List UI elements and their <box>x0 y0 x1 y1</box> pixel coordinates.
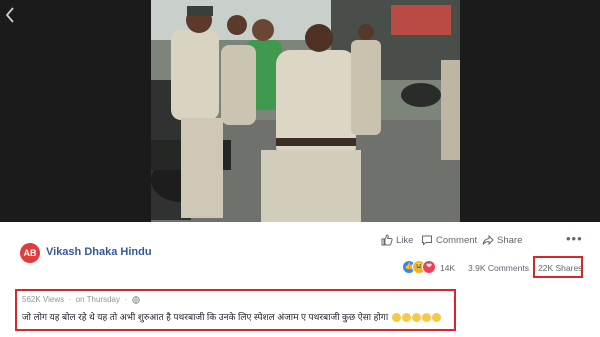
thumbs-up-icon <box>381 234 393 246</box>
emoji-icon <box>411 313 421 323</box>
shares-count[interactable]: 22K Shares <box>538 263 582 273</box>
emoji-icon <box>431 313 441 323</box>
like-button[interactable]: Like <box>381 233 413 249</box>
like-label: Like <box>396 235 414 246</box>
caption-text: जो लोग यह बोल रहे थे यह तो अभी शुरुआत है… <box>22 312 389 322</box>
post-caption: जो लोग यह बोल रहे थे यह तो अभी शुरुआत है… <box>22 310 441 323</box>
page-name-link[interactable]: Vikash Dhaka Hindu <box>46 246 152 258</box>
emoji-icon <box>401 313 411 323</box>
video-frame <box>151 0 460 222</box>
more-options-icon[interactable]: ••• <box>566 231 583 246</box>
views-count: 562K Views <box>22 295 65 304</box>
reactions-count[interactable]: 14K <box>440 263 455 273</box>
love-reaction-icon: ❤ <box>422 260 436 274</box>
post-meta: 562K Views · on Thursday · <box>22 295 140 304</box>
comment-icon <box>422 235 432 247</box>
emoji-icon <box>421 313 431 323</box>
comment-button[interactable]: Comment <box>421 233 477 249</box>
video-still-image <box>151 0 460 222</box>
share-label: Share <box>497 235 523 246</box>
page-avatar[interactable]: AB <box>20 243 40 263</box>
post-info: AB Vikash Dhaka Hindu Like Comment Share… <box>0 222 600 337</box>
comment-label: Comment <box>436 235 478 246</box>
globe-icon <box>131 296 140 304</box>
post-time[interactable]: on Thursday <box>76 295 120 304</box>
video-player[interactable] <box>0 0 600 222</box>
emoji-icon <box>391 313 401 323</box>
share-arrow-icon <box>482 235 494 246</box>
comments-count[interactable]: 3.9K Comments <box>468 263 529 273</box>
back-chevron-icon[interactable] <box>4 6 22 26</box>
share-button[interactable]: Share <box>482 233 522 249</box>
